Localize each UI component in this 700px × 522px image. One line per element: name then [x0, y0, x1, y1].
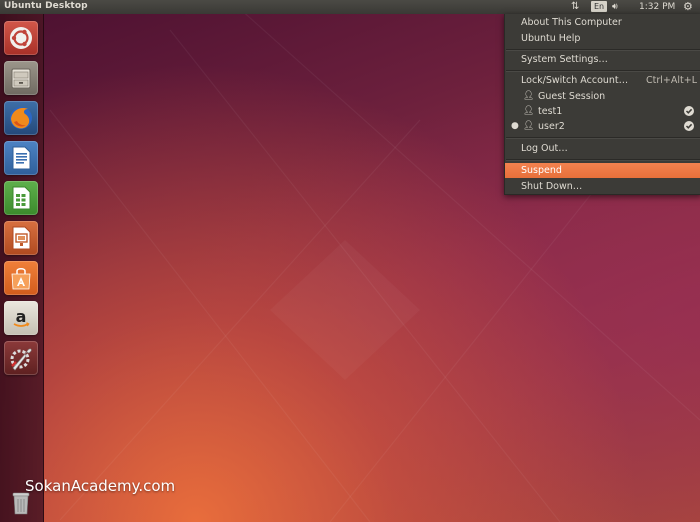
- svg-text:a: a: [16, 307, 27, 326]
- user-icon: 👤︎: [523, 106, 535, 116]
- launcher-item-libreoffice-impress[interactable]: [4, 221, 38, 255]
- launcher-item-firefox[interactable]: [4, 101, 38, 135]
- session-gear-icon[interactable]: ⚙: [683, 0, 693, 14]
- active-user-dot-icon: ●: [511, 121, 519, 131]
- file-cabinet-icon: [11, 68, 31, 89]
- user-icon: 👤︎: [523, 121, 535, 131]
- menu-item-label: Shut Down…: [521, 181, 583, 192]
- keyboard-language-indicator[interactable]: En: [591, 1, 608, 12]
- user-name: Guest Session: [538, 91, 606, 102]
- firefox-icon: [10, 107, 32, 129]
- launcher-item-libreoffice-writer[interactable]: [4, 141, 38, 175]
- menu-item-guest-session[interactable]: 👤︎ Guest Session: [505, 89, 700, 104]
- user-icon: 👤︎: [523, 91, 535, 101]
- session-menu: About This Computer Ubuntu Help System S…: [504, 14, 700, 195]
- menu-item-about[interactable]: About This Computer: [505, 15, 700, 30]
- keyboard-shortcut: Ctrl+Alt+L: [646, 75, 697, 86]
- clock[interactable]: 1:32 PM: [639, 0, 675, 14]
- menu-item-label: System Settings…: [521, 54, 608, 65]
- menu-item-help[interactable]: Ubuntu Help: [505, 31, 700, 46]
- logged-in-check-icon: [684, 106, 694, 116]
- launcher-item-libreoffice-calc[interactable]: [4, 181, 38, 215]
- shopping-bag-icon: [11, 268, 31, 290]
- ubuntu-logo-icon: [10, 27, 32, 49]
- menu-separator: [506, 137, 700, 139]
- launcher: a: [0, 14, 44, 522]
- menu-item-system-settings[interactable]: System Settings…: [505, 52, 700, 67]
- menu-separator: [506, 49, 700, 51]
- launcher-item-dash-home[interactable]: [4, 21, 38, 55]
- menu-item-label: Log Out…: [521, 143, 568, 154]
- logged-in-check-icon: [684, 121, 694, 131]
- launcher-item-files[interactable]: [4, 61, 38, 95]
- amazon-icon: a: [13, 307, 30, 327]
- calc-icon: [12, 186, 31, 210]
- user-name: user2: [538, 121, 565, 132]
- menu-separator: [506, 70, 700, 72]
- network-arrows-icon[interactable]: ⇅: [571, 0, 579, 14]
- menu-item-label: Lock/Switch Account…: [521, 75, 629, 86]
- menu-item-label: Ubuntu Help: [521, 33, 581, 44]
- launcher-item-system-settings[interactable]: [4, 341, 38, 375]
- menu-item-lock-switch[interactable]: Lock/Switch Account… Ctrl+Alt+L: [505, 73, 700, 88]
- menu-item-user-test1[interactable]: 👤︎ test1: [505, 104, 700, 119]
- window-title: Ubuntu Desktop: [4, 1, 88, 11]
- menu-item-user-user2[interactable]: ● 👤︎ user2: [505, 119, 700, 134]
- watermark-text: SokanAcademy.com: [25, 477, 176, 495]
- menu-separator: [506, 159, 700, 161]
- volume-icon[interactable]: 🔊︎: [612, 0, 618, 14]
- menu-item-shut-down[interactable]: Shut Down…: [505, 179, 700, 194]
- launcher-item-software-center[interactable]: [4, 261, 38, 295]
- writer-icon: [12, 146, 31, 170]
- settings-wrench-icon: [10, 348, 32, 371]
- menu-item-suspend[interactable]: Suspend: [505, 163, 700, 178]
- menu-item-label: About This Computer: [521, 17, 622, 28]
- menu-item-label: Suspend: [521, 165, 562, 176]
- impress-icon: [12, 226, 31, 250]
- top-panel: Ubuntu Desktop ⇅ En 🔊︎ 1:32 PM ⚙: [0, 0, 700, 14]
- user-name: test1: [538, 106, 563, 117]
- launcher-item-amazon[interactable]: a: [4, 301, 38, 335]
- menu-item-log-out[interactable]: Log Out…: [505, 141, 700, 156]
